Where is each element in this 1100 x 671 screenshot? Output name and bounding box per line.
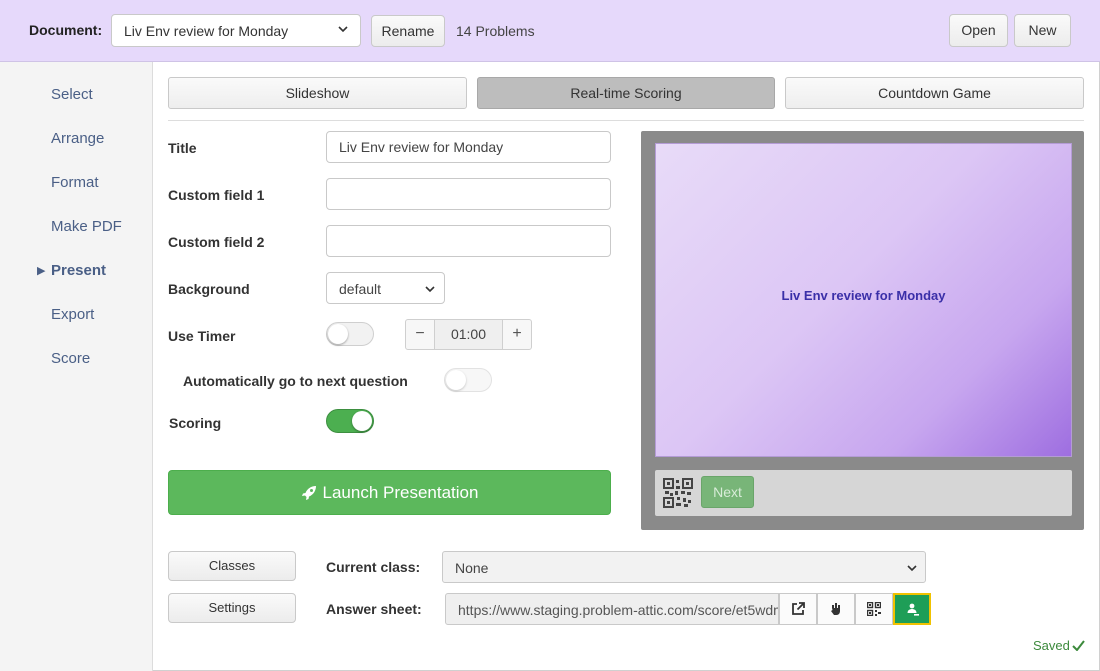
timer-value[interactable]: 01:00	[435, 319, 502, 350]
current-class-label: Current class:	[326, 559, 421, 575]
custom-field-2-input[interactable]	[326, 225, 611, 257]
next-button[interactable]: Next	[701, 476, 754, 508]
sidebar-item-present[interactable]: Present	[51, 262, 106, 279]
chevron-down-icon	[425, 286, 435, 293]
document-label: Document:	[29, 22, 103, 38]
use-timer-toggle[interactable]	[326, 322, 374, 346]
background-select[interactable]: default	[326, 272, 445, 304]
title-label: Title	[168, 140, 197, 156]
document-select[interactable]: Liv Env review for Monday	[111, 14, 361, 47]
rename-button[interactable]: Rename	[371, 15, 445, 47]
share-button[interactable]	[817, 593, 855, 625]
sidebar-item-format[interactable]: Format	[51, 174, 99, 191]
slide-preview-panel: Liv Env review for Monday Next	[641, 131, 1084, 530]
timer-increment-button[interactable]: +	[502, 319, 532, 350]
google-classroom-button[interactable]	[893, 593, 931, 625]
scoring-toggle[interactable]	[326, 409, 374, 433]
scoring-label: Scoring	[169, 415, 222, 431]
active-arrow-icon: ▶	[37, 265, 46, 277]
qr-code-icon[interactable]	[663, 478, 693, 508]
timer-decrement-button[interactable]: −	[405, 319, 435, 350]
rocket-icon	[301, 486, 316, 500]
preview-controls: Next	[655, 470, 1072, 516]
checkmark-icon	[1072, 640, 1085, 652]
new-button[interactable]: New	[1014, 14, 1071, 47]
problems-count: 14 Problems	[456, 23, 535, 39]
sidebar-item-score[interactable]: Score	[51, 350, 90, 367]
sidebar-item-select[interactable]: Select	[51, 86, 93, 103]
launch-presentation-label: Launch Presentation	[322, 483, 479, 502]
sidebar-item-arrange[interactable]: Arrange	[51, 130, 104, 147]
toggle-knob	[328, 324, 348, 344]
auto-next-toggle[interactable]	[444, 368, 492, 392]
document-select-value: Liv Env review for Monday	[124, 23, 289, 39]
tab-slideshow[interactable]: Slideshow	[168, 77, 467, 109]
tab-countdown-game[interactable]: Countdown Game	[785, 77, 1084, 109]
current-class-select[interactable]: None	[442, 551, 926, 583]
custom-field-1-input[interactable]	[326, 178, 611, 210]
qr-code-button[interactable]	[855, 593, 893, 625]
classes-button[interactable]: Classes	[168, 551, 296, 581]
current-class-value: None	[455, 560, 489, 576]
toggle-knob	[446, 370, 466, 390]
open-link-button[interactable]	[779, 593, 817, 625]
background-select-value: default	[339, 281, 382, 297]
saved-label: Saved	[1033, 638, 1070, 653]
header-bar: Document: Liv Env review for Monday Rena…	[0, 0, 1100, 62]
external-link-icon	[792, 602, 805, 615]
launch-presentation-button[interactable]: Launch Presentation	[168, 470, 611, 515]
tab-real-time-scoring[interactable]: Real-time Scoring	[477, 77, 775, 109]
tab-divider	[168, 120, 1084, 121]
custom-field-1-label: Custom field 1	[168, 187, 265, 203]
answer-sheet-label: Answer sheet:	[326, 601, 422, 617]
chevron-down-icon	[907, 565, 917, 572]
saved-status: Saved	[1033, 638, 1085, 653]
hand-icon	[831, 603, 840, 615]
use-timer-label: Use Timer	[168, 328, 236, 344]
open-button[interactable]: Open	[949, 14, 1008, 47]
answer-sheet-url[interactable]: https://www.staging.problem-attic.com/sc…	[445, 593, 779, 625]
slide-title: Liv Env review for Monday	[781, 288, 946, 303]
toggle-knob	[352, 411, 372, 431]
slide-preview: Liv Env review for Monday	[655, 143, 1072, 457]
sidebar-item-make-pdf[interactable]: Make PDF	[51, 218, 122, 235]
title-input[interactable]: Liv Env review for Monday	[326, 131, 611, 163]
background-label: Background	[168, 281, 250, 297]
qr-code-icon	[867, 602, 881, 616]
custom-field-2-label: Custom field 2	[168, 234, 265, 250]
classroom-icon	[907, 603, 919, 616]
auto-next-label: Automatically go to next question	[183, 373, 408, 389]
chevron-down-icon	[338, 26, 348, 33]
timer-stepper: − 01:00 +	[405, 319, 532, 350]
sidebar-item-export[interactable]: Export	[51, 306, 94, 323]
settings-button[interactable]: Settings	[168, 593, 296, 623]
